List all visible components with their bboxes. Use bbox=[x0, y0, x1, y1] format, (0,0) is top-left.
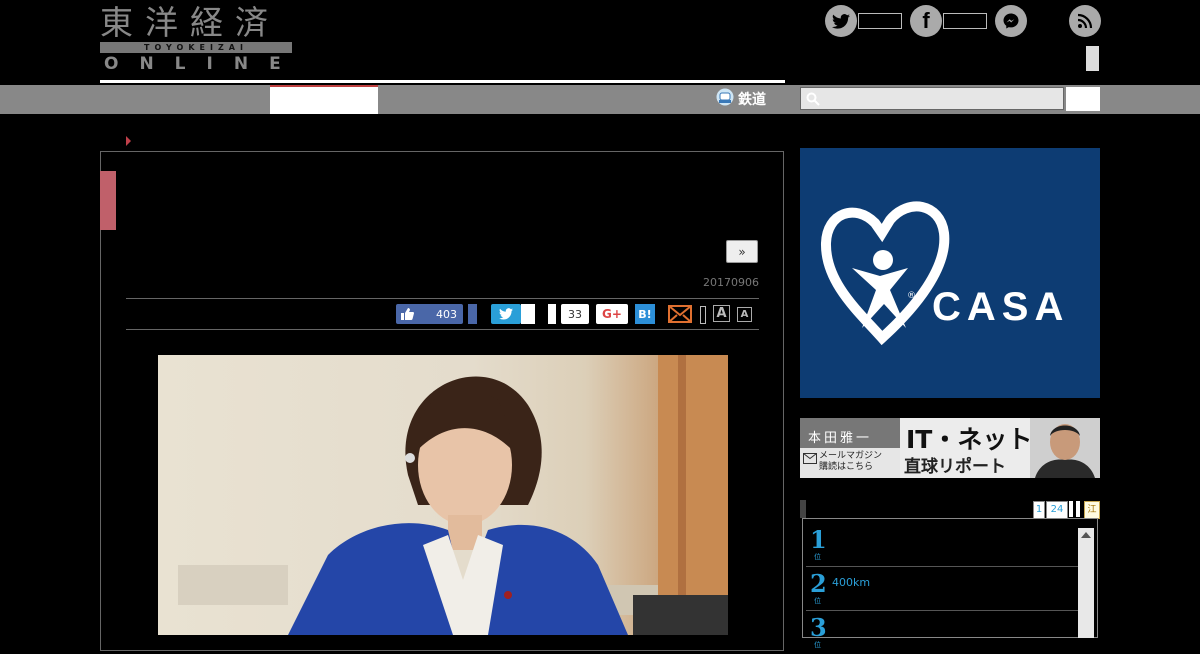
hatena-bookmark-button[interactable]: B! bbox=[635, 304, 655, 324]
twitter-bird-icon bbox=[499, 308, 513, 320]
print-button[interactable] bbox=[700, 306, 706, 324]
facebook-share-count: 33 bbox=[561, 304, 589, 324]
logo-kanji: 東洋経済 bbox=[100, 3, 280, 42]
logo-band: TOYOKEIZAI bbox=[100, 42, 292, 53]
registered-mark: ® bbox=[907, 291, 916, 301]
ranking-tab-1[interactable]: 1 bbox=[1033, 501, 1045, 519]
ranking-tab-5[interactable]: 江 bbox=[1084, 501, 1100, 519]
ranking-row[interactable]: 3 位 bbox=[806, 610, 1078, 654]
thumbs-up-icon bbox=[401, 308, 414, 320]
article-date: 20170906 bbox=[703, 276, 759, 289]
facebook-like-count bbox=[943, 13, 987, 29]
title-accent-bar bbox=[100, 171, 116, 230]
mail-share-icon[interactable] bbox=[668, 305, 692, 323]
divider-bottom bbox=[126, 329, 759, 330]
facebook-like-button[interactable]: 403 bbox=[396, 304, 463, 324]
nav-item-active[interactable] bbox=[270, 85, 378, 114]
tweet-count bbox=[521, 304, 535, 324]
like-count: 403 bbox=[436, 307, 457, 321]
search-icon bbox=[806, 92, 820, 106]
search-input[interactable] bbox=[800, 87, 1064, 110]
ranking-row[interactable]: 1 位 bbox=[806, 522, 1078, 567]
ranking-scrollbar[interactable] bbox=[1078, 528, 1094, 638]
breadcrumb-arrow-icon bbox=[126, 136, 131, 146]
font-small-button[interactable]: A bbox=[737, 307, 752, 322]
mail-magazine-label: メールマガジン 購読はこちら bbox=[819, 451, 883, 472]
twitter-follower-count bbox=[858, 13, 902, 29]
tweet-button[interactable] bbox=[491, 304, 521, 324]
casa-brand: CASA bbox=[932, 285, 1070, 329]
banner-author: 本田雅一 bbox=[808, 431, 873, 446]
it-net-banner[interactable]: 本田雅一 メールマガジン 購読はこちら IT・ネット 直球リポート bbox=[800, 418, 1100, 478]
banner-title-line2: 直球リポート bbox=[904, 457, 1006, 477]
logo-online: ONLINE bbox=[104, 54, 302, 74]
author-photo bbox=[1030, 418, 1100, 478]
logo-romaji: TOYOKEIZAI bbox=[144, 43, 248, 52]
facebook-icon[interactable]: f bbox=[910, 5, 942, 37]
facebook-share-button[interactable] bbox=[548, 304, 556, 324]
ranking-row[interactable]: 2 位 400km bbox=[806, 566, 1078, 611]
font-large-button[interactable]: A bbox=[713, 305, 730, 322]
train-icon bbox=[716, 88, 734, 110]
ranking-tab-24[interactable]: 24 bbox=[1046, 501, 1068, 519]
rank-number: 2 bbox=[810, 569, 827, 598]
rank-suffix: 位 bbox=[814, 553, 821, 561]
messenger-icon[interactable] bbox=[995, 5, 1027, 37]
casa-heart-logo bbox=[820, 201, 950, 346]
facebook-share-tab[interactable] bbox=[468, 304, 477, 324]
gplus-button[interactable]: G+ bbox=[596, 304, 628, 324]
scroll-up-icon[interactable] bbox=[1081, 532, 1091, 538]
nav-item-tetsudo[interactable]: 鉄道 bbox=[716, 87, 766, 111]
rss-icon[interactable] bbox=[1069, 5, 1101, 37]
ranking-tab-4[interactable] bbox=[1076, 501, 1080, 517]
nav-top-line bbox=[100, 80, 785, 83]
site-logo[interactable]: 東洋経済 TOYOKEIZAI ONLINE bbox=[100, 3, 292, 73]
rank-title: 400km bbox=[832, 576, 871, 589]
rank-suffix: 位 bbox=[814, 641, 821, 649]
next-page-button[interactable]: » bbox=[726, 240, 758, 263]
article-photo bbox=[158, 355, 728, 635]
envelope-icon bbox=[803, 453, 817, 464]
rank-number: 1 bbox=[810, 525, 827, 554]
ranking-header: 1 24 江 bbox=[800, 500, 1100, 519]
banner-title-line1: IT・ネット bbox=[906, 425, 1033, 454]
rank-suffix: 位 bbox=[814, 597, 821, 605]
divider-top bbox=[126, 298, 759, 299]
nav-item-label: 鉄道 bbox=[738, 92, 766, 108]
login-button[interactable] bbox=[1086, 46, 1099, 71]
twitter-icon[interactable] bbox=[825, 5, 857, 37]
rank-number: 3 bbox=[810, 613, 827, 642]
casa-ad-banner[interactable]: ® CASA bbox=[800, 148, 1100, 398]
ranking-tab-3[interactable] bbox=[1069, 501, 1073, 517]
search-button[interactable] bbox=[1066, 87, 1100, 111]
